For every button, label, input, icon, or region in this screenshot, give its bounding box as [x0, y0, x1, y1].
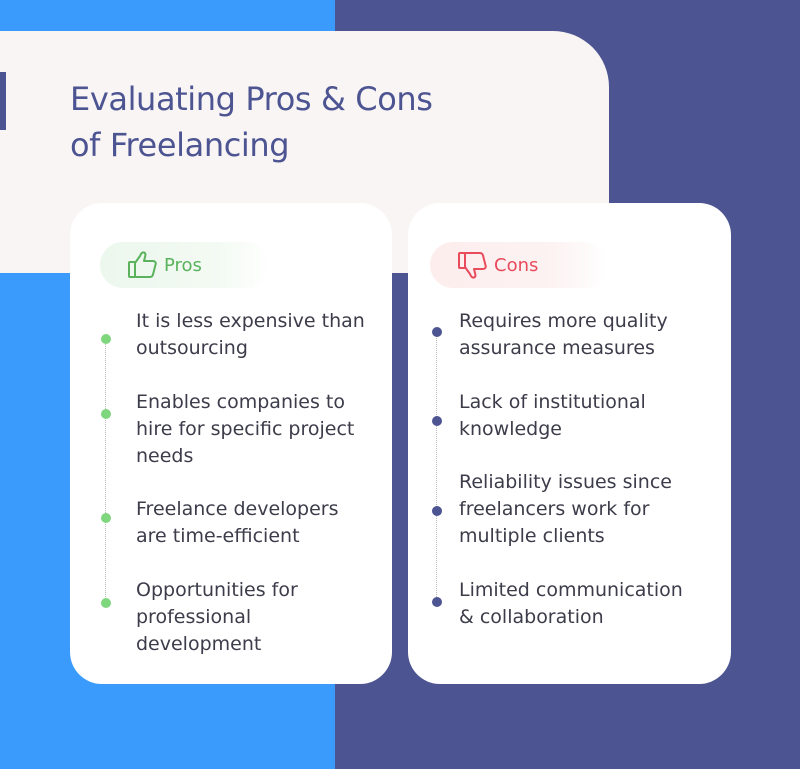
cons-dot	[432, 597, 442, 607]
pros-dot	[101, 409, 111, 419]
cons-card: Cons Requires more quality assurance mea…	[408, 203, 731, 684]
cons-label: Cons	[494, 254, 539, 276]
accent-bar	[0, 72, 6, 130]
thumbs-down-icon	[457, 250, 489, 280]
pros-timeline-line	[105, 340, 106, 605]
pros-badge: Pros	[100, 242, 270, 288]
cons-item: Limited communication & collaboration	[459, 579, 683, 628]
cons-dot	[432, 327, 442, 337]
pros-label: Pros	[164, 254, 202, 276]
pros-item: Enables companies to hire for specific p…	[136, 391, 355, 467]
cons-timeline-line	[436, 333, 437, 603]
thumbs-up-icon	[127, 250, 159, 280]
pros-dot	[101, 598, 111, 608]
page-title: Evaluating Pros & Cons of Freelancing	[70, 80, 433, 164]
pros-dot	[101, 513, 111, 523]
cons-dot	[432, 416, 442, 426]
pros-dot	[101, 334, 111, 344]
pros-item: It is less expensive than outsourcing	[136, 310, 365, 359]
cons-item: Requires more quality assurance measures	[459, 310, 668, 359]
pros-card: Pros It is less expensive than outsourci…	[70, 203, 392, 684]
pros-item: Freelance developers are time-efficient	[136, 498, 339, 547]
cons-item: Reliability issues since freelancers wor…	[459, 471, 672, 547]
cons-item: Lack of institutional knowledge	[459, 391, 646, 440]
cons-dot	[432, 506, 442, 516]
cons-badge: Cons	[430, 242, 608, 288]
pros-item: Opportunities for professional developme…	[136, 579, 298, 655]
